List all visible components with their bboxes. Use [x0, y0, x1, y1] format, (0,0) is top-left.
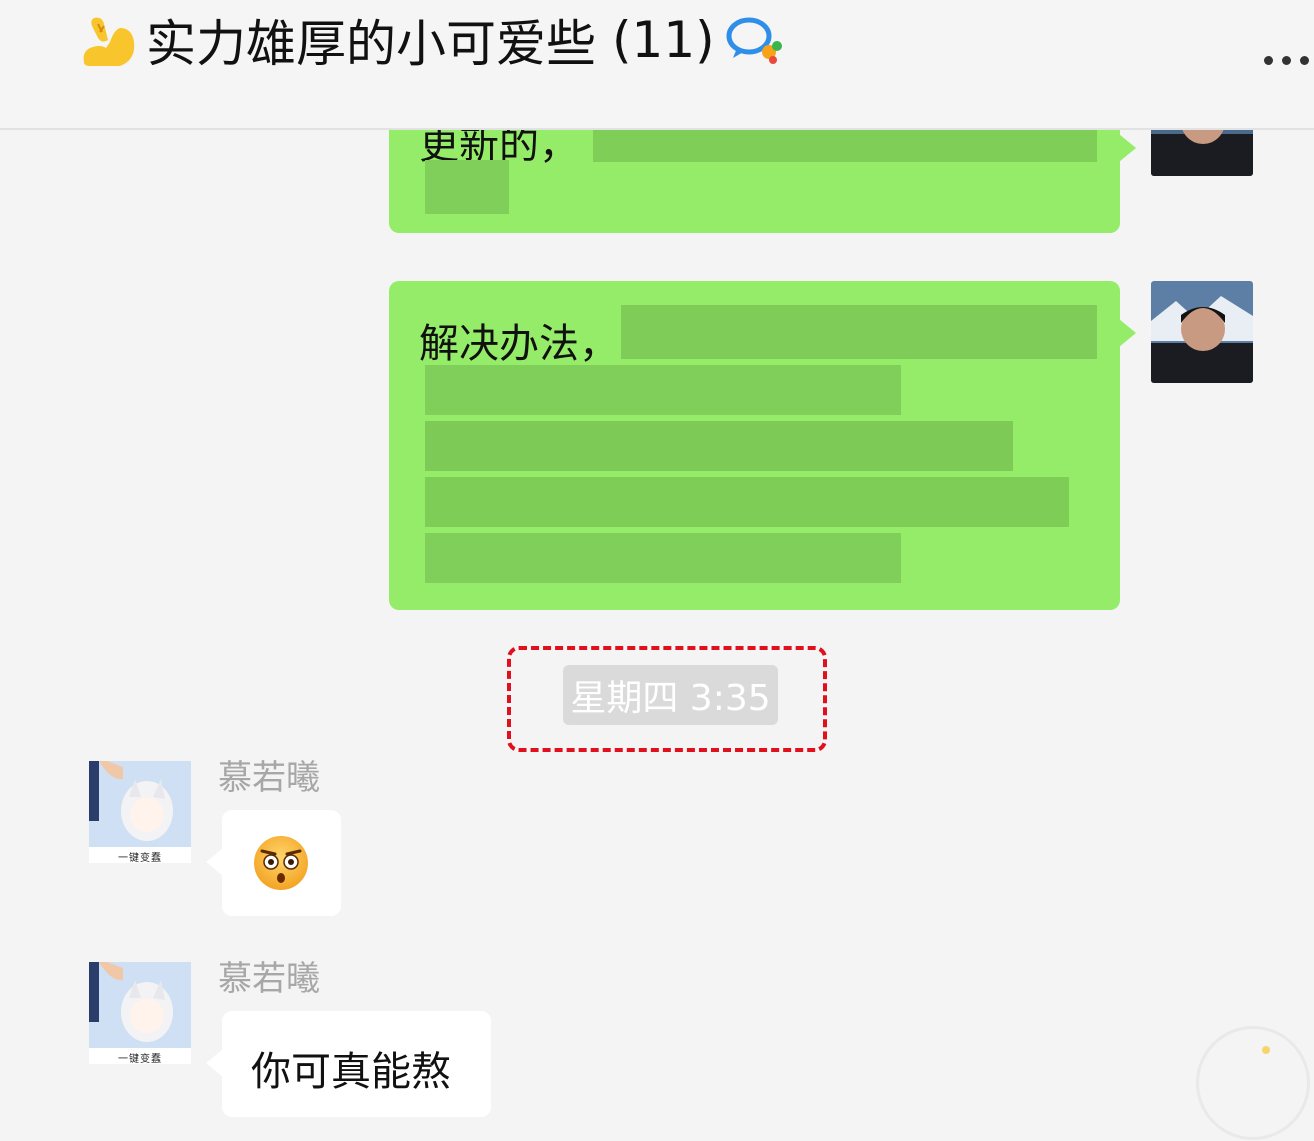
chat-window: 更新的， 解决办法， 星期四 3:35 一键变蠢 慕若曦 一键变蠢 慕若曦 你可…	[0, 0, 1314, 1141]
avatar-caption: 一键变蠢	[118, 1054, 162, 1064]
flexed-biceps-icon	[80, 12, 136, 68]
avatar-caption: 一键变蠢	[118, 853, 162, 863]
member-count: (11)	[612, 11, 715, 69]
blurred-text	[425, 533, 901, 583]
chat-header: 实力雄厚的小可爱些 (11)	[0, 0, 1314, 130]
blurred-text	[425, 365, 901, 415]
message-list[interactable]: 更新的， 解决办法， 星期四 3:35 一键变蠢 慕若曦 一键变蠢 慕若曦 你可…	[0, 0, 1314, 1141]
watermark-logo	[1196, 1026, 1310, 1140]
my-message-bubble[interactable]: 解决办法，	[389, 281, 1136, 610]
my-avatar[interactable]	[1151, 281, 1253, 383]
emoji-message-bubble[interactable]	[206, 810, 341, 916]
chat-title[interactable]: 实力雄厚的小可爱些 (11)	[80, 8, 785, 73]
sender-name: 慕若曦	[218, 758, 320, 798]
bubble-tail	[1119, 134, 1136, 162]
more-dots-icon[interactable]	[1264, 48, 1312, 72]
chat-bubbles-icon	[725, 12, 785, 68]
sender-avatar[interactable]: 一键变蠢	[89, 962, 191, 1064]
blurred-text	[425, 160, 509, 214]
sender-avatar[interactable]: 一键变蠢	[89, 761, 191, 863]
group-name: 实力雄厚的小可爱些	[146, 15, 596, 73]
bubble-tail	[1119, 319, 1136, 347]
blurred-text	[621, 305, 1097, 359]
text-message-bubble[interactable]: 你可真能熬	[206, 1011, 491, 1117]
timestamp: 星期四 3:35	[563, 665, 778, 725]
message-text: 你可真能熬	[251, 1049, 451, 1095]
sender-name: 慕若曦	[218, 959, 320, 999]
shocked-face-icon	[253, 835, 309, 891]
bubble-tail	[206, 1049, 223, 1077]
blurred-text	[425, 477, 1069, 527]
bubble-tail	[206, 848, 223, 876]
blurred-text	[425, 421, 1013, 471]
message-text: 解决办法，	[419, 321, 619, 367]
